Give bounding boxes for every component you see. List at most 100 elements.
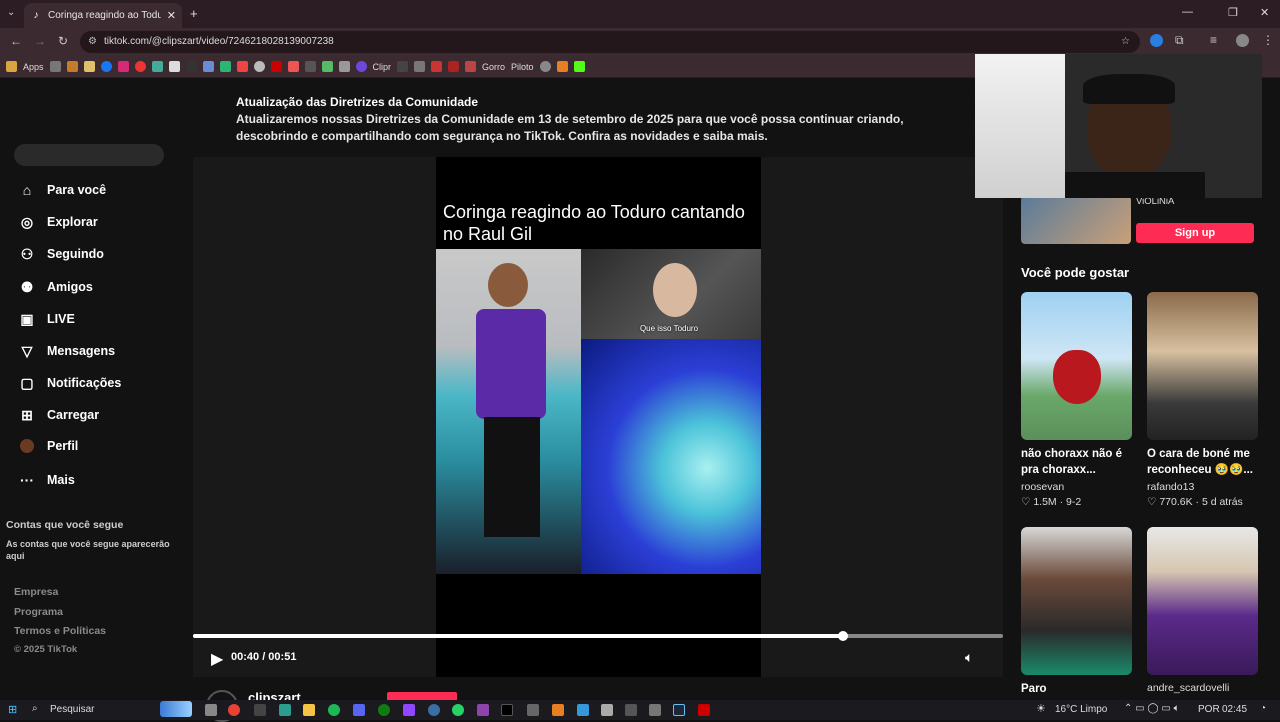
rec-card-2[interactable]: [1147, 292, 1258, 440]
banner-body[interactable]: Atualizaremos nossas Diretrizes da Comun…: [236, 111, 976, 145]
tray-icons[interactable]: ⌃ ▭ ◯ ▭ 🔈︎: [1124, 703, 1180, 714]
signup-button[interactable]: Sign up: [1136, 223, 1254, 243]
video-frame[interactable]: Coringa reagindo ao Toduro cantando no R…: [436, 157, 761, 677]
apps-grid-icon[interactable]: [6, 61, 17, 72]
bookmark-icon[interactable]: [202, 61, 214, 72]
url-input[interactable]: ⚙ tiktok.com/@clipszart/video/7246218028…: [80, 31, 1140, 53]
tab-close-icon[interactable]: ✕: [167, 9, 176, 22]
sidebar-item-mensagens[interactable]: ▽ Mensagens: [18, 342, 115, 360]
rec-author[interactable]: roosevan: [1021, 481, 1141, 493]
app-icon[interactable]: [601, 704, 613, 716]
bookmark-icon[interactable]: [338, 61, 350, 72]
weather-text[interactable]: 16°C Limpo: [1055, 704, 1107, 715]
extensions-puzzle-icon[interactable]: ⧉: [1175, 33, 1184, 48]
sidebar-item-explorar[interactable]: ◎ Explorar: [18, 213, 98, 231]
sidebar-item-notificacoes[interactable]: ▢ Notificações: [18, 374, 121, 392]
back-icon[interactable]: ←: [10, 34, 22, 48]
app-icon[interactable]: [527, 704, 539, 716]
rec-card-3[interactable]: [1021, 527, 1132, 675]
bookmark-icon[interactable]: [66, 61, 78, 72]
xbox-icon[interactable]: [378, 704, 390, 716]
bookmark-icon[interactable]: [287, 61, 299, 72]
follow-button[interactable]: [387, 692, 457, 700]
app-icon[interactable]: [279, 704, 291, 716]
bookmark-icon[interactable]: [465, 61, 477, 72]
bookmark-icon[interactable]: [49, 61, 61, 72]
reading-list-icon[interactable]: ≡: [1210, 33, 1217, 47]
sidebar-item-para-voce[interactable]: ⌂ Para você: [18, 181, 106, 199]
whatsapp-icon[interactable]: [452, 704, 464, 716]
spotify-icon[interactable]: [328, 704, 340, 716]
clipr-icon[interactable]: [355, 61, 367, 72]
bookmark-icon[interactable]: [236, 61, 248, 72]
window-close-icon[interactable]: ✕: [1260, 6, 1269, 19]
app-icon[interactable]: [698, 704, 710, 716]
site-info-icon[interactable]: ⚙: [88, 31, 97, 53]
app-icon[interactable]: [477, 704, 489, 716]
sidebar-item-live[interactable]: ▣ LIVE: [18, 310, 74, 328]
reload-icon[interactable]: ↻: [58, 34, 68, 48]
volume-icon[interactable]: 🔈︎: [965, 649, 973, 666]
rec-caption[interactable]: não choraxx não é pra choraxx...: [1021, 446, 1137, 478]
sidebar-item-perfil[interactable]: Perfil: [18, 439, 78, 453]
taskbar-search-icon[interactable]: ⌕: [32, 703, 38, 714]
author-name[interactable]: clipszart: [248, 690, 301, 700]
app-icon[interactable]: [428, 704, 440, 716]
sidebar-item-amigos[interactable]: ⚉ Amigos: [18, 278, 93, 296]
bookmark-icon[interactable]: [253, 61, 265, 72]
app-icon[interactable]: [625, 704, 637, 716]
forward-icon[interactable]: →: [34, 34, 46, 48]
rec-card-1[interactable]: [1021, 292, 1132, 440]
facebook-icon[interactable]: [100, 61, 112, 72]
bookmark-icon[interactable]: [219, 61, 231, 72]
notification-center-icon[interactable]: ◔: [1260, 703, 1266, 714]
bookmark-icon[interactable]: [539, 61, 551, 72]
bookmark-star-icon[interactable]: ☆: [1121, 31, 1130, 53]
seek-bar[interactable]: [193, 631, 1003, 641]
app-icon[interactable]: [254, 704, 266, 716]
tab-search-icon[interactable]: ⌄: [7, 7, 15, 18]
windows-start-icon[interactable]: ⊞: [8, 703, 17, 716]
bookmark-icon[interactable]: [321, 61, 333, 72]
bookmark-icon[interactable]: [83, 61, 95, 72]
bookmark-icon[interactable]: [168, 61, 180, 72]
bookmark-piloto[interactable]: Piloto: [511, 62, 534, 72]
bookmark-icon[interactable]: [134, 61, 146, 72]
steam-icon[interactable]: [673, 704, 685, 716]
discord-icon[interactable]: [353, 704, 365, 716]
bookmark-apps[interactable]: Apps: [23, 62, 44, 72]
footer-link-programa[interactable]: Programa: [14, 606, 63, 618]
chrome-icon[interactable]: [228, 704, 240, 716]
search-field-partial[interactable]: [14, 144, 164, 166]
profile-avatar[interactable]: [1236, 34, 1249, 47]
bookmark-icon[interactable]: [431, 61, 443, 72]
app-icon[interactable]: [552, 704, 564, 716]
bookmark-icon[interactable]: [448, 61, 460, 72]
bookmark-gorro[interactable]: Gorro: [482, 62, 505, 72]
task-view-icon[interactable]: [205, 704, 217, 716]
seek-knob[interactable]: [838, 631, 849, 641]
rec-card-4[interactable]: [1147, 527, 1258, 675]
taskbar-search[interactable]: Pesquisar: [50, 704, 94, 715]
bookmark-icon[interactable]: [185, 61, 197, 72]
bookmark-clipr[interactable]: Clipr: [373, 62, 392, 72]
tiktok-icon[interactable]: [501, 704, 513, 716]
window-restore-icon[interactable]: ❐: [1228, 6, 1238, 19]
clock[interactable]: 02:45: [1222, 704, 1247, 715]
settings-icon[interactable]: [649, 704, 661, 716]
play-icon[interactable]: ▶: [211, 649, 223, 669]
rec-caption[interactable]: Paro: [1021, 681, 1137, 697]
extension-icon[interactable]: [1150, 34, 1163, 47]
bookmark-icon[interactable]: [270, 61, 282, 72]
bookmark-icon[interactable]: [304, 61, 316, 72]
bookmark-icon[interactable]: [397, 61, 409, 72]
rec-author[interactable]: andre_scardovelli: [1147, 682, 1267, 694]
new-tab-button[interactable]: +: [190, 6, 198, 21]
footer-link-termos[interactable]: Termos e Políticas: [14, 625, 106, 637]
input-language[interactable]: POR: [1198, 704, 1220, 715]
sidebar-item-seguindo[interactable]: ⚇ Seguindo: [18, 245, 104, 263]
rec-author[interactable]: rafando13: [1147, 481, 1267, 493]
bookmark-icon[interactable]: [151, 61, 163, 72]
browser-menu-icon[interactable]: ⋮: [1262, 33, 1274, 47]
instagram-icon[interactable]: [117, 61, 129, 72]
